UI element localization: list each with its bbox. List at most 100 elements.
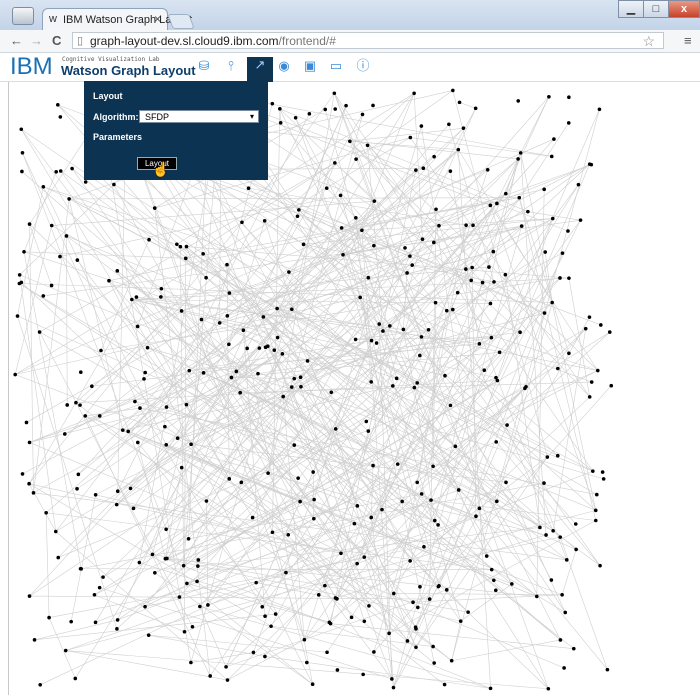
graph-node[interactable]: [145, 345, 150, 350]
graph-node[interactable]: [447, 122, 451, 127]
graph-node[interactable]: [181, 563, 186, 568]
graph-node[interactable]: [550, 216, 555, 221]
address-bar[interactable]: ▯ graph-layout-dev.sl.cloud9.ibm.com/fro…: [72, 32, 664, 49]
graph-node[interactable]: [609, 383, 614, 388]
graph-node[interactable]: [456, 147, 461, 152]
graph-node[interactable]: [419, 124, 424, 128]
graph-node[interactable]: [542, 311, 547, 315]
graph-node[interactable]: [473, 106, 478, 111]
graph-node[interactable]: [360, 228, 364, 233]
pin-icon[interactable]: ⫯: [223, 58, 239, 74]
graph-node[interactable]: [63, 432, 67, 436]
graph-node[interactable]: [196, 564, 200, 568]
graph-node[interactable]: [523, 386, 527, 391]
graph-node[interactable]: [552, 137, 556, 141]
graph-node[interactable]: [431, 644, 435, 649]
graph-node[interactable]: [201, 251, 205, 256]
graph-node[interactable]: [227, 291, 232, 295]
graph-node[interactable]: [335, 668, 340, 672]
graph-node[interactable]: [464, 223, 468, 227]
graph-node[interactable]: [201, 371, 206, 375]
graph-node[interactable]: [560, 251, 565, 255]
graph-node[interactable]: [556, 366, 560, 371]
graph-node[interactable]: [344, 103, 348, 108]
graph-node[interactable]: [190, 624, 195, 629]
graph-node[interactable]: [120, 428, 125, 432]
monitor-icon[interactable]: ▭: [328, 58, 344, 74]
graph-node[interactable]: [562, 666, 566, 670]
graph-node[interactable]: [480, 280, 485, 285]
image-icon[interactable]: ▣: [302, 58, 318, 74]
graph-node[interactable]: [415, 480, 420, 485]
graph-node[interactable]: [333, 427, 338, 431]
graph-node[interactable]: [189, 442, 193, 447]
graph-node[interactable]: [339, 551, 343, 556]
graph-node[interactable]: [93, 620, 98, 625]
graph-node[interactable]: [175, 436, 180, 441]
graph-node[interactable]: [126, 429, 130, 434]
graph-node[interactable]: [464, 267, 468, 271]
graph-node[interactable]: [159, 286, 164, 291]
graph-node[interactable]: [179, 465, 184, 470]
graph-node[interactable]: [178, 244, 183, 249]
graph-node[interactable]: [518, 151, 523, 155]
graph-node[interactable]: [56, 555, 61, 560]
graph-node[interactable]: [92, 592, 97, 597]
graph-node[interactable]: [115, 627, 119, 631]
graph-node[interactable]: [601, 477, 606, 481]
url-text[interactable]: graph-layout-dev.sl.cloud9.ibm.com/front…: [90, 34, 336, 48]
graph-node[interactable]: [381, 329, 385, 333]
graph-node[interactable]: [164, 527, 168, 532]
graph-node[interactable]: [298, 499, 302, 504]
graph-node[interactable]: [286, 532, 291, 537]
graph-node[interactable]: [372, 650, 376, 654]
graph-node[interactable]: [179, 309, 184, 313]
graph-node[interactable]: [510, 582, 514, 586]
graph-node[interactable]: [419, 492, 424, 496]
graph-node[interactable]: [333, 107, 338, 111]
graph-node[interactable]: [519, 224, 524, 228]
graph-node[interactable]: [312, 516, 316, 521]
graph-node[interactable]: [387, 631, 391, 636]
graph-node[interactable]: [474, 514, 478, 519]
graph-node[interactable]: [567, 276, 571, 280]
graph-node[interactable]: [275, 306, 279, 311]
graph-node[interactable]: [31, 491, 36, 495]
graph-node[interactable]: [44, 511, 48, 515]
graph-node[interactable]: [97, 585, 102, 590]
graph-node[interactable]: [270, 101, 275, 106]
graph-node[interactable]: [287, 270, 291, 274]
graph-node[interactable]: [64, 234, 69, 238]
graph-node[interactable]: [177, 595, 182, 599]
graph-node[interactable]: [491, 249, 496, 254]
graph-node[interactable]: [545, 455, 550, 459]
graph-node[interactable]: [184, 244, 189, 249]
graph-node[interactable]: [403, 246, 407, 250]
graph-node[interactable]: [494, 440, 499, 444]
graph-node[interactable]: [79, 370, 83, 375]
graph-node[interactable]: [280, 352, 285, 356]
layout-tool-icon[interactable]: ↗: [247, 57, 273, 82]
graph-node[interactable]: [352, 521, 357, 526]
graph-node[interactable]: [401, 327, 406, 332]
graph-node[interactable]: [38, 682, 42, 687]
bookmark-star-icon[interactable]: ☆: [642, 33, 655, 50]
graph-node[interactable]: [355, 561, 359, 566]
graph-node[interactable]: [182, 629, 187, 634]
graph-node[interactable]: [240, 220, 244, 225]
graph-node[interactable]: [560, 592, 564, 597]
graph-node[interactable]: [349, 615, 354, 620]
graph-node[interactable]: [361, 672, 365, 677]
graph-node[interactable]: [183, 256, 188, 261]
forward-button[interactable]: →: [30, 33, 43, 48]
graph-node[interactable]: [448, 169, 453, 173]
graph-node[interactable]: [58, 169, 63, 173]
graph-node[interactable]: [544, 533, 548, 537]
graph-node[interactable]: [164, 442, 169, 447]
graph-node[interactable]: [437, 583, 441, 588]
graph-node[interactable]: [273, 612, 278, 616]
graph-node[interactable]: [457, 100, 462, 105]
graph-node[interactable]: [324, 186, 329, 190]
graph-node[interactable]: [408, 559, 412, 563]
graph-node[interactable]: [555, 453, 560, 458]
